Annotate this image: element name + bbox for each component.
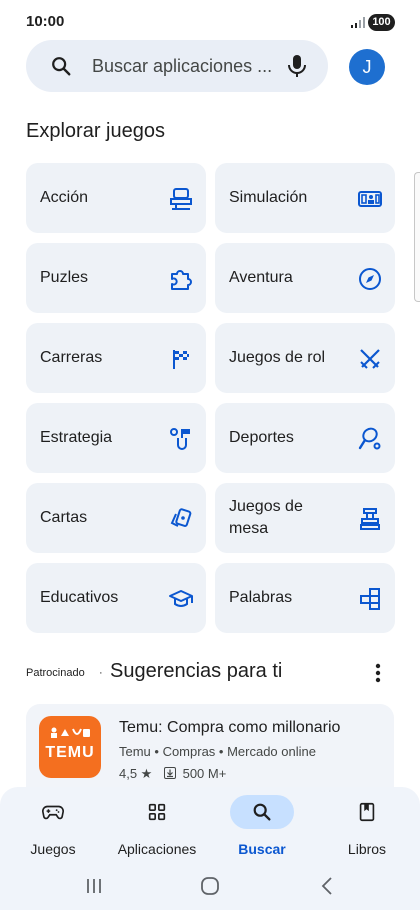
search-icon	[52, 57, 71, 76]
strategy-icon	[170, 428, 190, 450]
app-name: Temu: Compra como millonario	[119, 719, 341, 736]
back-icon[interactable]	[316, 874, 340, 898]
recent-apps-icon[interactable]	[82, 874, 106, 898]
category-label: Carreras	[40, 349, 103, 366]
scroll-handle[interactable]	[414, 172, 420, 302]
suggestions-header: Patrocinado · Sugerencias para ti	[26, 658, 396, 688]
category-label: Juegos de mesa	[229, 498, 303, 537]
book-icon	[359, 802, 375, 822]
download-icon	[163, 767, 176, 779]
crossed-swords-icon	[360, 349, 380, 369]
section-title: Explorar juegos	[26, 120, 165, 142]
category-tile-cartas[interactable]: Cartas	[26, 483, 206, 553]
category-label: Juegos de rol	[229, 349, 326, 366]
category-tile-aventura[interactable]: Aventura	[215, 243, 395, 313]
category-label: Cartas	[40, 509, 88, 526]
home-icon[interactable]	[198, 874, 222, 898]
battery-indicator: 100	[368, 14, 395, 31]
nav-item-aplicaciones[interactable]: Aplicaciones	[107, 795, 207, 861]
signal-icon	[351, 17, 365, 28]
search-input[interactable]: Buscar aplicaciones ...	[92, 56, 272, 77]
system-navigation-bar	[0, 862, 420, 910]
sports-icon	[358, 427, 381, 450]
more-options-icon[interactable]	[368, 661, 388, 685]
category-tile-deportes[interactable]: Deportes	[215, 403, 395, 473]
account-avatar[interactable]: J	[349, 49, 385, 85]
nav-label: Juegos	[30, 841, 76, 857]
app-logo-text: TEMU	[45, 744, 95, 761]
suggestions-title: Sugerencias para ti	[110, 660, 283, 682]
puzzle-icon	[171, 270, 192, 290]
action-icon	[170, 188, 192, 210]
category-tile-educativos[interactable]: Educativos	[26, 563, 206, 633]
category-label: Estrategia	[40, 429, 113, 446]
word-blocks-icon	[360, 588, 380, 610]
nav-item-juegos[interactable]: Juegos	[3, 795, 103, 861]
microphone-icon[interactable]	[286, 54, 308, 78]
temu-logo-icon	[51, 727, 90, 738]
category-label: Simulación	[229, 189, 308, 206]
apps-grid-icon	[148, 803, 166, 821]
board-game-icon	[360, 508, 380, 530]
nav-label: Libros	[347, 841, 387, 857]
category-label: Deportes	[229, 429, 294, 446]
app-logo: TEMU	[39, 716, 101, 778]
simulation-icon	[358, 191, 382, 207]
nav-item-buscar[interactable]: Buscar	[212, 795, 312, 861]
category-tile-puzles[interactable]: Puzles	[26, 243, 206, 313]
sponsored-label: Patrocinado	[26, 667, 85, 679]
nav-label: Aplicaciones	[117, 841, 197, 857]
category-tile-estrategia[interactable]: Estrategia	[26, 403, 206, 473]
category-tile-palabras[interactable]: Palabras	[215, 563, 395, 633]
category-tile-juegos-de-rol[interactable]: Juegos de rol	[215, 323, 395, 393]
compass-icon	[359, 268, 381, 290]
nav-item-libros[interactable]: Libros	[317, 795, 417, 861]
app-rating: 4,5 ★	[119, 766, 153, 781]
category-tile-juegos-de-mesa[interactable]: Juegos de mesa	[215, 483, 395, 553]
cards-icon	[170, 508, 192, 527]
nav-label: Buscar	[238, 841, 286, 857]
separator: ·	[99, 667, 103, 679]
checkered-flag-icon	[173, 350, 189, 369]
category-label: Aventura	[229, 269, 293, 286]
category-label: Palabras	[229, 589, 293, 606]
category-tile-carreras[interactable]: Carreras	[26, 323, 206, 393]
app-stats: 4,5 ★ 500 M+	[119, 766, 226, 782]
category-label: Acción	[40, 189, 89, 206]
search-bar[interactable]: Buscar aplicaciones ...	[26, 40, 328, 92]
app-downloads: 500 M+	[182, 766, 227, 781]
category-tile-accion[interactable]: Acción	[26, 163, 206, 233]
gamepad-icon	[42, 805, 64, 820]
category-tile-simulacion[interactable]: Simulación	[215, 163, 395, 233]
search-icon	[253, 803, 271, 821]
status-time: 10:00	[26, 13, 65, 30]
category-label: Educativos	[40, 589, 119, 606]
app-meta: Temu • Compras • Mercado online	[119, 744, 316, 759]
graduation-cap-icon	[169, 590, 193, 607]
status-bar: 10:00 100	[0, 0, 420, 40]
category-label: Puzles	[40, 269, 89, 286]
